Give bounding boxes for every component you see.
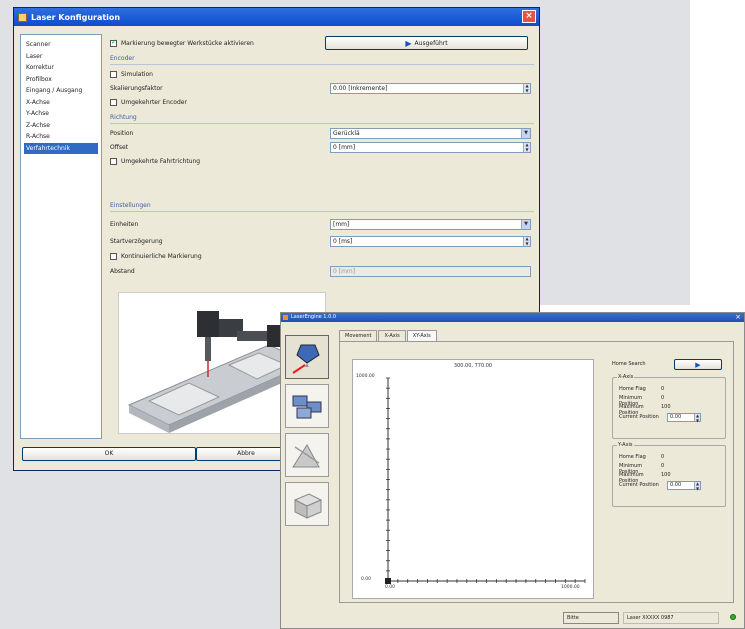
inverse-feed-row[interactable]: Umgekehrte Fahrtrichtung [110, 155, 534, 167]
plot-x-max-label: 1000.00 [561, 585, 580, 590]
plot-y-max-label: 1000.00 [356, 374, 375, 379]
close-icon[interactable]: × [522, 10, 536, 23]
x-axis-group: X-Axis Home Flag 0 Minimum Position 0 Maxi… [612, 374, 726, 439]
app-icon [18, 12, 27, 22]
window-title: Laser Konfiguration [31, 12, 121, 22]
home-search-button[interactable]: ▶ [674, 359, 722, 370]
status-device: Laser XXXXX 0987 [623, 612, 719, 624]
grid-cards-icon [292, 395, 322, 419]
xy-axis-panel: 300.00, 770.00 1000.00 0.00 0.00 1000.00… [339, 341, 734, 603]
spin-icon[interactable]: ▲ ▼ [694, 481, 700, 490]
tool-grid-button[interactable] [285, 384, 329, 428]
continuous-marking-row[interactable]: Kontinuierliche Markierung [110, 250, 534, 262]
x-current-position-input[interactable]: 0.00 ▲ ▼ [667, 413, 701, 422]
simulation-checkbox[interactable] [110, 70, 117, 78]
home-search-label: Home Search [612, 361, 646, 367]
nav-item[interactable]: Profilbox [24, 74, 98, 86]
nav-item[interactable]: R-Achse [24, 131, 98, 143]
plot-axes [385, 377, 586, 584]
distance-input[interactable]: 0 [mm] [330, 266, 531, 277]
tool-box-button[interactable] [285, 482, 329, 526]
play-icon: ▶ [405, 38, 412, 48]
inverse-feed-checkbox[interactable] [110, 157, 117, 165]
nav-item[interactable]: Korrektur [24, 62, 98, 74]
plot-x-min-label: 0.00 [385, 585, 396, 590]
laser-head-icon [292, 344, 320, 374]
tab-1[interactable]: X-Axis [378, 330, 406, 341]
tab-2[interactable]: XY-Axis [406, 330, 437, 341]
spin-icon[interactable]: ▲ ▼ [694, 413, 700, 422]
category-list: Scanner Laser Korrektur Profilbox Eingang / … [20, 34, 102, 439]
status-message: Bitte [563, 612, 619, 624]
unit-select[interactable]: [mm] ▼ [330, 219, 531, 230]
spin-icon[interactable]: ▲ ▼ [523, 83, 530, 93]
encoder-factor-input[interactable]: 0.00 [Inkremente] ▲ ▼ [330, 83, 531, 94]
inverse-encoder-row[interactable]: Umgekehrter Encoder [110, 96, 534, 108]
spin-icon[interactable]: ▲ ▼ [523, 236, 530, 246]
nav-item[interactable]: X-Achse [24, 97, 98, 109]
app-icon [283, 315, 288, 320]
ok-button[interactable]: OK [22, 447, 196, 461]
offset-input[interactable]: 0 [mm] ▲ ▼ [330, 142, 531, 153]
nav-item[interactable]: Y-Achse [24, 108, 98, 120]
window-title: LaserEngine 1.0.0 [291, 314, 337, 320]
continuous-marking-checkbox[interactable] [110, 252, 117, 260]
section-encoder: Encoder [110, 55, 534, 65]
chevron-down-icon[interactable]: ▼ [521, 220, 530, 229]
laser-engine-window: LaserEngine 1.0.0 × Movement X-Axis XY-Axi… [280, 312, 745, 629]
x-home-flag-row: Home Flag 0 [619, 386, 665, 392]
status-bar: Bitte Laser XXXXX 0987 [281, 608, 745, 628]
y-current-position-input[interactable]: 0.00 ▲ ▼ [667, 481, 701, 490]
nav-item[interactable]: Scanner [24, 39, 98, 51]
simulation-row[interactable]: Simulation [110, 68, 534, 80]
tab-bar: Movement X-Axis XY-Axis [339, 330, 438, 341]
nav-item[interactable]: Verfahrtechnik [24, 142, 98, 154]
y-current-position-label: Current Position [619, 482, 659, 488]
nav-item[interactable]: Eingang / Ausgang [24, 85, 98, 97]
run-button[interactable]: ▶ Ausgeführt [325, 36, 528, 50]
tool-triangle-button[interactable] [285, 433, 329, 477]
tab-0[interactable]: Movement [339, 330, 378, 341]
y-home-flag-row: Home Flag 0 [619, 454, 665, 460]
tool-laser-button[interactable] [285, 335, 329, 379]
start-delay-input[interactable]: 0 [ms] ▲ ▼ [330, 236, 531, 247]
nav-item[interactable]: Laser [24, 51, 98, 63]
section-position: Richtung [110, 114, 534, 124]
nav-item[interactable]: Z-Achse [24, 120, 98, 132]
laser-engine-titlebar: LaserEngine 1.0.0 × [281, 313, 744, 322]
y-axis-group: Y-Axis Home Flag 0 Minimum Position 0 Maxi… [612, 442, 726, 507]
xy-plot-area[interactable]: 300.00, 770.00 1000.00 0.00 0.00 1000.00 [352, 359, 594, 599]
close-icon[interactable]: × [735, 313, 741, 322]
marking-moving-checkbox[interactable] [110, 38, 117, 47]
laser-config-titlebar: Laser Konfiguration × [14, 8, 539, 26]
chevron-down-icon[interactable]: ▼ [521, 129, 530, 138]
axis-control-panel: Home Search ▶ X-Axis Home Flag 0 Minimum … [612, 359, 728, 529]
triangle-shapes-icon [292, 444, 320, 468]
connection-status-led [730, 614, 736, 620]
x-current-position-label: Current Position [619, 414, 659, 420]
position-select[interactable]: Gerücklä ▼ [330, 128, 531, 139]
inverse-encoder-checkbox[interactable] [110, 98, 117, 106]
spin-icon[interactable]: ▲ ▼ [523, 142, 530, 152]
box-shape-icon [293, 493, 323, 519]
marking-moving-label: Markierung bewegter Werkstücke aktiviere… [121, 39, 254, 47]
plot-y-min-label: 0.00 [361, 577, 372, 582]
section-settings: Einstellungen [110, 202, 534, 212]
